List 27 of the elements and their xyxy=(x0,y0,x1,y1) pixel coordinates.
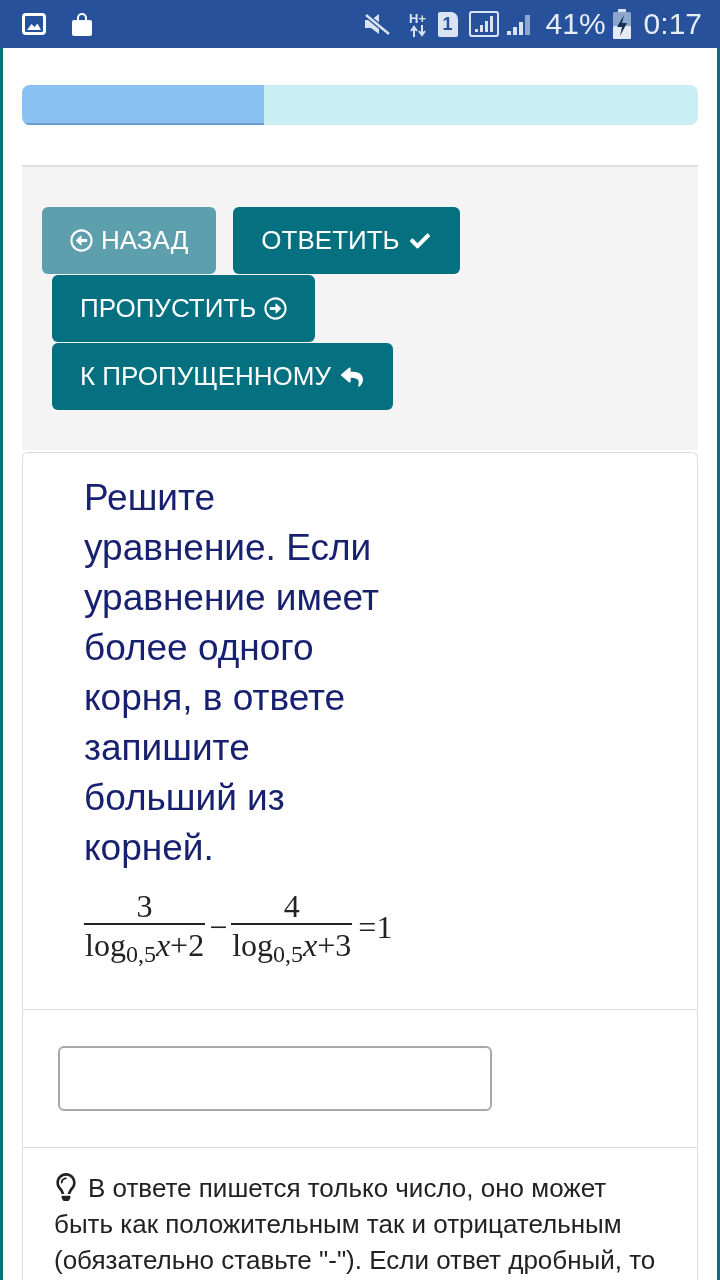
skip-button[interactable]: ПРОПУСТИТЬ xyxy=(52,275,316,342)
sim-badge: 1 xyxy=(437,11,458,37)
image-icon xyxy=(22,13,46,35)
battery-percentage: 41% xyxy=(545,7,606,41)
data-arrows-icon xyxy=(409,24,426,37)
reply-arrow-icon xyxy=(338,365,365,388)
skipped-question-button[interactable]: К ПРОПУЩЕННОМУ xyxy=(52,343,393,410)
clock-time: 0:17 xyxy=(643,7,702,41)
hint-text: В ответе пишется только число, оно может быть как положительным так и отрицательным (обязательно ставьте "-"). Если ответ дробный, то xyxy=(54,1172,657,1277)
shopping-bag-icon xyxy=(72,12,92,36)
battery-charging-icon xyxy=(611,8,632,40)
fraction-denominator: log$_{0,5}$x+3 xyxy=(231,926,353,965)
signal-icon xyxy=(468,11,499,37)
answer-input-field[interactable] xyxy=(58,1046,492,1111)
mute-icon xyxy=(362,12,391,36)
minus-sign: − xyxy=(208,908,229,947)
answer-button[interactable]: ОТВЕТИТЬ xyxy=(233,207,460,274)
network-type-label: H+ xyxy=(409,11,427,25)
signal-icon xyxy=(504,12,533,36)
fraction-denominator: log$_{0,5}$x+2 xyxy=(84,926,206,965)
circle-arrow-right-icon xyxy=(264,297,288,320)
circle-arrow-left-icon xyxy=(70,229,93,252)
fraction-numerator: 4 xyxy=(283,889,300,923)
question-text: Решите уравнение. Если уравнение имеет более одного корня, в ответе запишите больший из корней. xyxy=(84,476,380,870)
lightbulb-icon xyxy=(54,1173,78,1201)
equation-right-side: =1 xyxy=(357,908,393,947)
fraction-numerator: 3 xyxy=(136,889,153,923)
